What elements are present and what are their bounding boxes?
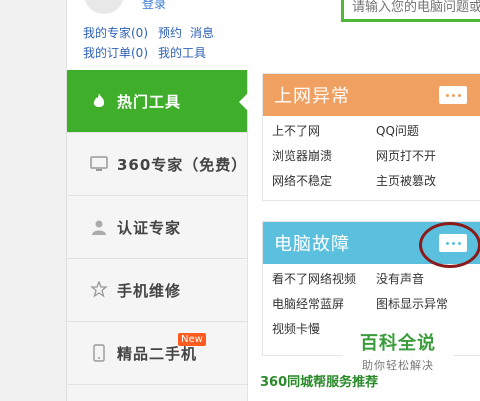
dot-icon	[457, 93, 461, 97]
panel-links: 上不了网 QQ问题 浏览器崩溃 网页打不开 网络不稳定 主页被篡改	[263, 116, 480, 191]
link-icon-abnormal[interactable]: 图标显示异常	[376, 295, 480, 314]
flame-icon	[87, 92, 111, 110]
panel-title: 电脑故障	[274, 234, 350, 255]
sidebar: 热门工具 360专家（免费） 认证专家 手机维修 精品二手机	[67, 70, 248, 401]
sidebar-item-hot-tools[interactable]: 热门工具	[67, 70, 248, 133]
my-experts-link[interactable]: 我的专家(0)	[83, 24, 148, 41]
login-link[interactable]: 登录	[142, 0, 166, 12]
left-gutter	[0, 0, 67, 401]
link-no-sound[interactable]: 没有声音	[376, 270, 480, 289]
link-unstable-network[interactable]: 网络不稳定	[272, 172, 376, 191]
wrench-star-icon	[87, 281, 111, 299]
appointment-link[interactable]: 预约	[158, 24, 182, 41]
sidebar-item-360-expert[interactable]: 360专家（免费）	[67, 133, 247, 196]
messages-link[interactable]: 消息	[190, 24, 214, 41]
watermark-sub: 助你轻松解决	[362, 359, 434, 372]
more-button[interactable]	[439, 86, 467, 104]
link-page-wont-open[interactable]: 网页打不开	[376, 147, 480, 166]
new-badge: New	[178, 333, 206, 346]
my-orders-link[interactable]: 我的订单(0)	[83, 44, 148, 61]
sidebar-item-certified-expert[interactable]: 认证专家	[67, 196, 247, 259]
user-icon	[87, 219, 111, 235]
panel-header: 上网异常	[263, 74, 480, 116]
link-browser-crash[interactable]: 浏览器崩溃	[272, 147, 376, 166]
link-homepage-hijacked[interactable]: 主页被篡改	[376, 172, 480, 191]
watermark-main: 百科全说	[360, 333, 436, 354]
search-box[interactable]	[341, 0, 480, 22]
link-online-video[interactable]: 看不了网络视频	[272, 270, 376, 289]
link-blue-screen[interactable]: 电脑经常蓝屏	[272, 295, 376, 314]
sidebar-item-used-phones[interactable]: 精品二手机	[67, 322, 247, 385]
sidebar-item-label: 360专家（免费）	[116, 155, 248, 174]
phone-icon	[87, 344, 111, 362]
active-indicator	[239, 93, 248, 111]
panel-network-issues: 上网异常 上不了网 QQ问题 浏览器崩溃 网页打不开 网络不稳定 主页被篡改	[262, 73, 480, 201]
dot-icon	[451, 93, 455, 97]
watermark: 百科全说 助你轻松解决	[342, 323, 454, 375]
dot-icon	[445, 93, 449, 97]
link-no-internet[interactable]: 上不了网	[272, 122, 376, 141]
panel-title: 上网异常	[274, 86, 350, 107]
avatar[interactable]	[82, 0, 126, 16]
sidebar-item-phone-repair[interactable]: 手机维修	[67, 259, 247, 322]
sidebar-item-label: 手机维修	[117, 281, 182, 300]
search-input[interactable]	[350, 0, 480, 19]
annotation-circle	[419, 222, 480, 268]
sidebar-item-label: 认证专家	[117, 218, 182, 237]
my-tools-link[interactable]: 我的工具	[158, 44, 206, 61]
sidebar-item-label: 热门工具	[117, 92, 182, 111]
link-qq-problem[interactable]: QQ问题	[376, 122, 480, 141]
monitor-icon	[87, 156, 111, 172]
